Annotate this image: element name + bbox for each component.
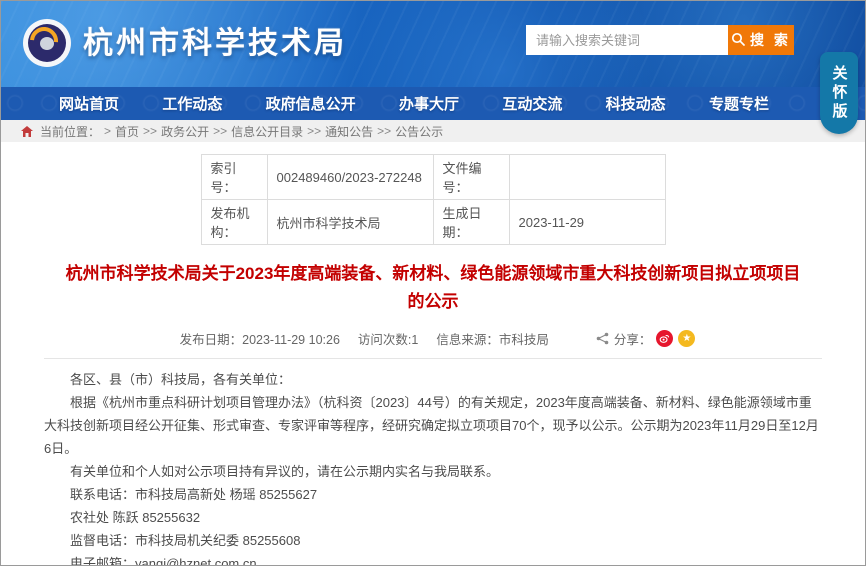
site-logo xyxy=(23,19,71,67)
emblem-core xyxy=(40,37,54,50)
breadcrumb-separator: >> xyxy=(377,124,391,138)
generation-date-label: 生成日期： xyxy=(433,200,509,245)
generation-date-value: 2023-11-29 xyxy=(509,200,665,245)
main-nav: 网站首页 工作动态 政府信息公开 办事大厅 互动交流 科技动态 专题专栏 xyxy=(1,87,865,120)
table-row: 发布机构： 杭州市科学技术局 生成日期： 2023-11-29 xyxy=(201,200,665,245)
search-input[interactable] xyxy=(526,25,728,55)
breadcrumb-prefix: 当前位置： xyxy=(40,123,100,140)
index-number-label: 索引号： xyxy=(201,155,267,200)
site-header: 杭州市科学技术局 搜 索 xyxy=(1,1,865,87)
article-body: 各区、县（市）科技局，各有关单位： 根据《杭州市重点科研计划项目管理办法》（杭科… xyxy=(44,368,820,566)
weibo-share-icon[interactable] xyxy=(656,330,673,347)
breadcrumb-separator: >> xyxy=(213,124,227,138)
breadcrumb-item-gov-disclosure[interactable]: 政务公开 xyxy=(161,123,209,140)
breadcrumb: 当前位置： > 首页 >> 政务公开 >> 信息公开目录 >> 通知公告 >> … xyxy=(1,120,865,142)
share-icon xyxy=(596,332,609,345)
qzone-share-icon[interactable] xyxy=(678,330,695,347)
page-title: 杭州市科学技术局关于2023年度高端装备、新材料、绿色能源领域市重大科技创新项目… xyxy=(59,260,807,316)
breadcrumb-item-announcements[interactable]: 公告公示 xyxy=(395,123,443,140)
nav-item-work-news[interactable]: 工作动态 xyxy=(162,93,222,114)
file-number-value xyxy=(509,155,665,200)
nav-item-scitech-news[interactable]: 科技动态 xyxy=(606,93,666,114)
search-bar: 搜 索 xyxy=(526,25,794,55)
nav-item-interaction[interactable]: 互动交流 xyxy=(502,93,562,114)
paragraph-email: 电子邮箱：yangj@hznet.com.cn xyxy=(44,552,820,566)
breadcrumb-item-notices[interactable]: 通知公告 xyxy=(325,123,373,140)
info-source: 信息来源：市科技局 xyxy=(436,329,549,348)
nav-item-gov-info-disclosure[interactable]: 政府信息公开 xyxy=(266,93,356,114)
search-icon xyxy=(731,32,745,49)
index-number-value: 002489460/2023-272248 xyxy=(267,155,433,200)
table-row: 索引号： 002489460/2023-272248 文件编号： xyxy=(201,155,665,200)
page: 杭州市科学技术局 搜 索 关怀版 网站首页 工作动态 政府信息公开 办事大厅 互… xyxy=(0,0,866,566)
paragraph: 根据《杭州市重点科研计划项目管理办法》（杭科资〔2023〕44号）的有关规定，2… xyxy=(44,391,820,460)
care-mode-tab[interactable]: 关怀版 xyxy=(820,52,858,134)
home-icon xyxy=(21,126,33,137)
share-label: 分享： xyxy=(614,329,652,348)
share-group: 分享： xyxy=(596,329,696,348)
divider xyxy=(44,358,822,359)
paragraph-contact-phone: 农社处 陈跃 85255632 xyxy=(44,506,820,529)
nav-item-home[interactable]: 网站首页 xyxy=(59,93,119,114)
issuing-agency-value: 杭州市科学技术局 xyxy=(267,200,433,245)
article-meta: 发布日期：2023-11-29 10:26 访问次数:1 信息来源：市科技局 分… xyxy=(1,329,865,348)
visit-count: 访问次数:1 xyxy=(358,329,418,348)
breadcrumb-item-home[interactable]: 首页 xyxy=(115,123,139,140)
publish-date: 发布日期：2023-11-29 10:26 xyxy=(180,329,340,348)
paragraph-supervision-phone: 监督电话：市科技局机关纪委 85255608 xyxy=(44,529,820,552)
nav-item-service-hall[interactable]: 办事大厅 xyxy=(399,93,459,114)
paragraph: 有关单位和个人如对公示项目持有异议的，请在公示期内实名与我局联系。 xyxy=(44,460,820,483)
breadcrumb-item-info-catalog[interactable]: 信息公开目录 xyxy=(231,123,303,140)
paragraph-contact-phone: 联系电话：市科技局高新处 杨瑶 85255627 xyxy=(44,483,820,506)
search-button-label: 搜 索 xyxy=(750,30,791,50)
nav-item-special-topics[interactable]: 专题专栏 xyxy=(709,93,769,114)
search-button[interactable]: 搜 索 xyxy=(728,25,794,55)
breadcrumb-separator: >> xyxy=(143,124,157,138)
paragraph: 各区、县（市）科技局，各有关单位： xyxy=(44,368,820,391)
bureau-emblem-icon xyxy=(28,24,66,62)
breadcrumb-separator: > xyxy=(104,124,111,138)
article-content: 索引号： 002489460/2023-272248 文件编号： 发布机构： 杭… xyxy=(1,142,865,566)
file-number-label: 文件编号： xyxy=(433,155,509,200)
document-info-table: 索引号： 002489460/2023-272248 文件编号： 发布机构： 杭… xyxy=(201,154,666,245)
breadcrumb-separator: >> xyxy=(307,124,321,138)
site-title: 杭州市科学技术局 xyxy=(83,1,347,87)
issuing-agency-label: 发布机构： xyxy=(201,200,267,245)
